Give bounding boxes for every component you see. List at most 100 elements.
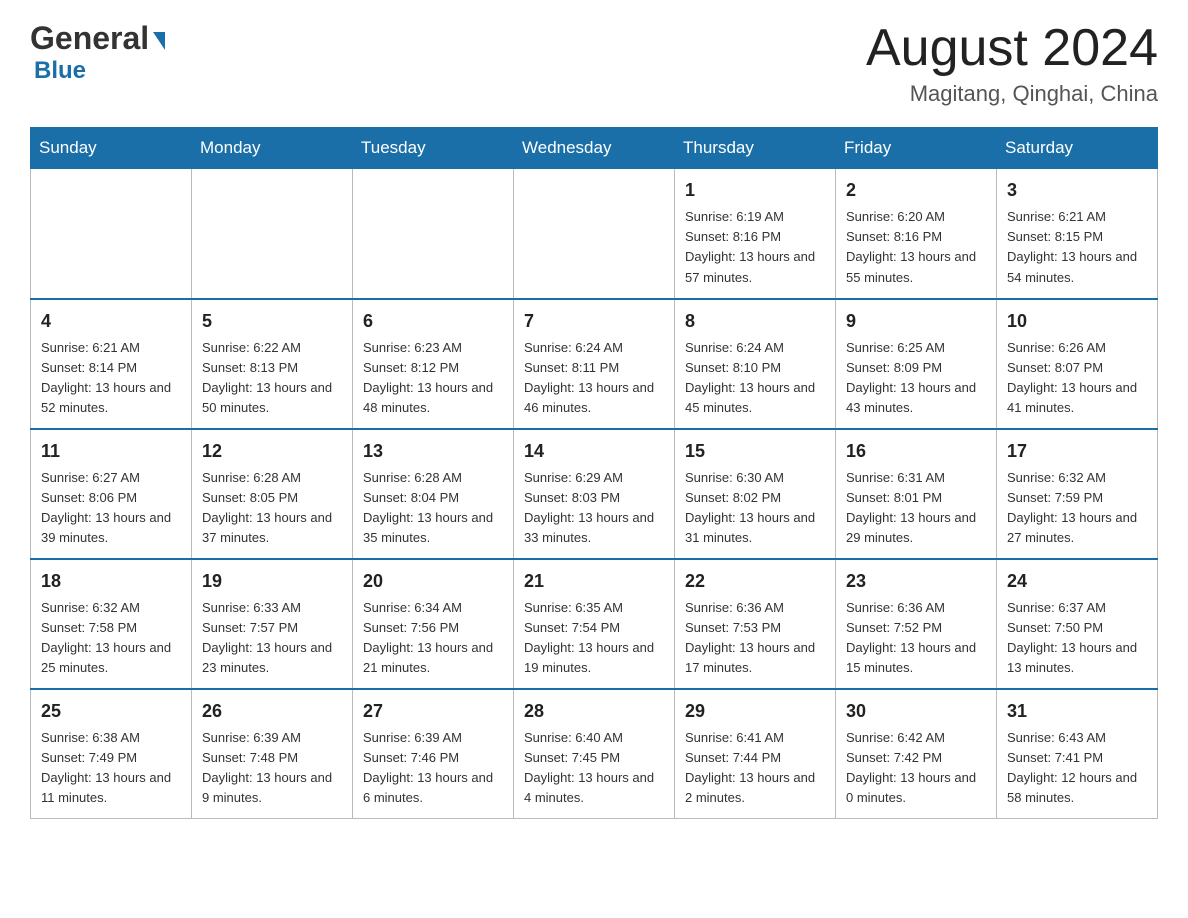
col-header-tuesday: Tuesday bbox=[353, 128, 514, 169]
calendar-cell: 6 Sunrise: 6:23 AMSunset: 8:12 PMDaylight… bbox=[353, 299, 514, 429]
day-number: 21 bbox=[524, 568, 664, 595]
calendar-cell bbox=[353, 169, 514, 299]
calendar-week-5: 25 Sunrise: 6:38 AMSunset: 7:49 PMDayligh… bbox=[31, 689, 1158, 819]
day-info: Sunrise: 6:19 AMSunset: 8:16 PMDaylight:… bbox=[685, 207, 825, 288]
day-info: Sunrise: 6:34 AMSunset: 7:56 PMDaylight:… bbox=[363, 598, 503, 679]
calendar-cell: 17 Sunrise: 6:32 AMSunset: 7:59 PMDayligh… bbox=[997, 429, 1158, 559]
calendar-cell: 8Sunrise: 6:24 AMSunset: 8:10 PMDaylight… bbox=[675, 299, 836, 429]
day-number: 5 bbox=[202, 308, 342, 335]
day-info: Sunrise: 6:28 AMSunset: 8:05 PMDaylight:… bbox=[202, 468, 342, 549]
day-info: Sunrise: 6:33 AMSunset: 7:57 PMDaylight:… bbox=[202, 598, 342, 679]
day-info: Sunrise: 6:42 AMSunset: 7:42 PMDaylight:… bbox=[846, 728, 986, 809]
calendar-cell: 14 Sunrise: 6:29 AMSunset: 8:03 PMDayligh… bbox=[514, 429, 675, 559]
day-number: 11 bbox=[41, 438, 181, 465]
day-number: 17 bbox=[1007, 438, 1147, 465]
day-info: Sunrise: 6:20 AMSunset: 8:16 PMDaylight:… bbox=[846, 207, 986, 288]
calendar-cell: 1 Sunrise: 6:19 AMSunset: 8:16 PMDaylight… bbox=[675, 169, 836, 299]
calendar-cell: 30Sunrise: 6:42 AMSunset: 7:42 PMDayligh… bbox=[836, 689, 997, 819]
month-title: August 2024 bbox=[866, 20, 1158, 77]
calendar-cell: 25 Sunrise: 6:38 AMSunset: 7:49 PMDayligh… bbox=[31, 689, 192, 819]
calendar-cell: 29 Sunrise: 6:41 AMSunset: 7:44 PMDayligh… bbox=[675, 689, 836, 819]
day-number: 22 bbox=[685, 568, 825, 595]
day-info: Sunrise: 6:22 AMSunset: 8:13 PMDaylight:… bbox=[202, 338, 342, 419]
calendar-cell bbox=[514, 169, 675, 299]
col-header-monday: Monday bbox=[192, 128, 353, 169]
col-header-saturday: Saturday bbox=[997, 128, 1158, 169]
calendar-cell: 20 Sunrise: 6:34 AMSunset: 7:56 PMDayligh… bbox=[353, 559, 514, 689]
calendar-week-3: 11 Sunrise: 6:27 AMSunset: 8:06 PMDayligh… bbox=[31, 429, 1158, 559]
calendar-cell: 26 Sunrise: 6:39 AMSunset: 7:48 PMDayligh… bbox=[192, 689, 353, 819]
calendar-cell: 24 Sunrise: 6:37 AMSunset: 7:50 PMDayligh… bbox=[997, 559, 1158, 689]
day-number: 18 bbox=[41, 568, 181, 595]
calendar-cell: 21Sunrise: 6:35 AMSunset: 7:54 PMDayligh… bbox=[514, 559, 675, 689]
day-info: Sunrise: 6:36 AMSunset: 7:53 PMDaylight:… bbox=[685, 598, 825, 679]
day-info: Sunrise: 6:41 AMSunset: 7:44 PMDaylight:… bbox=[685, 728, 825, 809]
day-number: 1 bbox=[685, 177, 825, 204]
day-info: Sunrise: 6:28 AMSunset: 8:04 PMDaylight:… bbox=[363, 468, 503, 549]
day-number: 6 bbox=[363, 308, 503, 335]
day-number: 29 bbox=[685, 698, 825, 725]
day-info: Sunrise: 6:39 AMSunset: 7:48 PMDaylight:… bbox=[202, 728, 342, 809]
day-number: 7 bbox=[524, 308, 664, 335]
day-info: Sunrise: 6:36 AMSunset: 7:52 PMDaylight:… bbox=[846, 598, 986, 679]
calendar-cell: 28 Sunrise: 6:40 AMSunset: 7:45 PMDayligh… bbox=[514, 689, 675, 819]
day-number: 9 bbox=[846, 308, 986, 335]
day-info: Sunrise: 6:40 AMSunset: 7:45 PMDaylight:… bbox=[524, 728, 664, 809]
day-info: Sunrise: 6:26 AMSunset: 8:07 PMDaylight:… bbox=[1007, 338, 1147, 419]
day-info: Sunrise: 6:37 AMSunset: 7:50 PMDaylight:… bbox=[1007, 598, 1147, 679]
calendar-cell: 23Sunrise: 6:36 AMSunset: 7:52 PMDayligh… bbox=[836, 559, 997, 689]
logo-general-text: General bbox=[30, 20, 149, 57]
calendar-cell: 13Sunrise: 6:28 AMSunset: 8:04 PMDayligh… bbox=[353, 429, 514, 559]
day-number: 26 bbox=[202, 698, 342, 725]
day-number: 10 bbox=[1007, 308, 1147, 335]
calendar-cell: 3 Sunrise: 6:21 AMSunset: 8:15 PMDaylight… bbox=[997, 169, 1158, 299]
day-info: Sunrise: 6:27 AMSunset: 8:06 PMDaylight:… bbox=[41, 468, 181, 549]
page-header: General Blue August 2024 Magitang, Qingh… bbox=[30, 20, 1158, 107]
calendar-cell bbox=[192, 169, 353, 299]
day-number: 24 bbox=[1007, 568, 1147, 595]
calendar-cell: 31Sunrise: 6:43 AMSunset: 7:41 PMDayligh… bbox=[997, 689, 1158, 819]
day-info: Sunrise: 6:21 AMSunset: 8:14 PMDaylight:… bbox=[41, 338, 181, 419]
day-number: 3 bbox=[1007, 177, 1147, 204]
day-info: Sunrise: 6:30 AMSunset: 8:02 PMDaylight:… bbox=[685, 468, 825, 549]
calendar-cell: 7 Sunrise: 6:24 AMSunset: 8:11 PMDaylight… bbox=[514, 299, 675, 429]
day-number: 31 bbox=[1007, 698, 1147, 725]
day-info: Sunrise: 6:21 AMSunset: 8:15 PMDaylight:… bbox=[1007, 207, 1147, 288]
col-header-friday: Friday bbox=[836, 128, 997, 169]
calendar-table: SundayMondayTuesdayWednesdayThursdayFrid… bbox=[30, 127, 1158, 819]
calendar-cell: 4Sunrise: 6:21 AMSunset: 8:14 PMDaylight… bbox=[31, 299, 192, 429]
col-header-wednesday: Wednesday bbox=[514, 128, 675, 169]
day-info: Sunrise: 6:38 AMSunset: 7:49 PMDaylight:… bbox=[41, 728, 181, 809]
calendar-cell: 16 Sunrise: 6:31 AMSunset: 8:01 PMDayligh… bbox=[836, 429, 997, 559]
calendar-cell: 5 Sunrise: 6:22 AMSunset: 8:13 PMDaylight… bbox=[192, 299, 353, 429]
day-info: Sunrise: 6:24 AMSunset: 8:11 PMDaylight:… bbox=[524, 338, 664, 419]
calendar-cell: 12 Sunrise: 6:28 AMSunset: 8:05 PMDayligh… bbox=[192, 429, 353, 559]
day-info: Sunrise: 6:32 AMSunset: 7:59 PMDaylight:… bbox=[1007, 468, 1147, 549]
day-number: 8 bbox=[685, 308, 825, 335]
day-info: Sunrise: 6:25 AMSunset: 8:09 PMDaylight:… bbox=[846, 338, 986, 419]
day-number: 20 bbox=[363, 568, 503, 595]
day-number: 2 bbox=[846, 177, 986, 204]
day-number: 16 bbox=[846, 438, 986, 465]
day-number: 27 bbox=[363, 698, 503, 725]
day-info: Sunrise: 6:29 AMSunset: 8:03 PMDaylight:… bbox=[524, 468, 664, 549]
day-number: 25 bbox=[41, 698, 181, 725]
day-info: Sunrise: 6:31 AMSunset: 8:01 PMDaylight:… bbox=[846, 468, 986, 549]
logo-blue-text: Blue bbox=[34, 57, 86, 85]
calendar-cell: 27 Sunrise: 6:39 AMSunset: 7:46 PMDayligh… bbox=[353, 689, 514, 819]
day-number: 28 bbox=[524, 698, 664, 725]
col-header-sunday: Sunday bbox=[31, 128, 192, 169]
day-info: Sunrise: 6:39 AMSunset: 7:46 PMDaylight:… bbox=[363, 728, 503, 809]
calendar-cell: 11 Sunrise: 6:27 AMSunset: 8:06 PMDayligh… bbox=[31, 429, 192, 559]
day-info: Sunrise: 6:23 AMSunset: 8:12 PMDaylight:… bbox=[363, 338, 503, 419]
calendar-cell: 19Sunrise: 6:33 AMSunset: 7:57 PMDayligh… bbox=[192, 559, 353, 689]
title-block: August 2024 Magitang, Qinghai, China bbox=[866, 20, 1158, 107]
calendar-header-row: SundayMondayTuesdayWednesdayThursdayFrid… bbox=[31, 128, 1158, 169]
calendar-week-1: 1 Sunrise: 6:19 AMSunset: 8:16 PMDaylight… bbox=[31, 169, 1158, 299]
day-number: 15 bbox=[685, 438, 825, 465]
day-number: 14 bbox=[524, 438, 664, 465]
logo: General Blue bbox=[30, 20, 165, 85]
col-header-thursday: Thursday bbox=[675, 128, 836, 169]
calendar-cell: 9 Sunrise: 6:25 AMSunset: 8:09 PMDaylight… bbox=[836, 299, 997, 429]
day-number: 12 bbox=[202, 438, 342, 465]
